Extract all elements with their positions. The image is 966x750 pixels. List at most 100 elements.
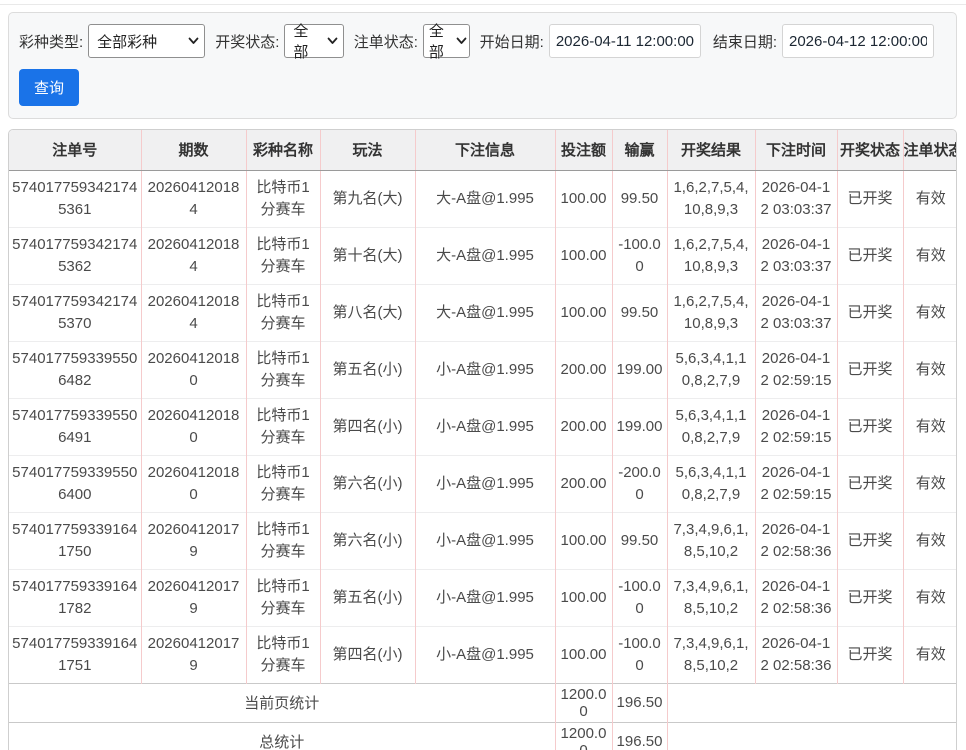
draw-status-label: 开奖状态: <box>215 33 280 51</box>
table-cell: 2026-04-12 03:03:37 <box>754 226 837 284</box>
table-cell: 有效 <box>902 170 956 227</box>
start-date-input[interactable] <box>548 24 701 58</box>
table-cell: 200.00 <box>554 397 612 455</box>
table-cell: 比特币1分赛车 <box>245 625 320 683</box>
table-cell: 5,6,3,4,1,10,8,2,7,9 <box>666 397 755 455</box>
chevron-down-icon <box>456 37 467 45</box>
table-row: 5740177593391641782 202604120179 比特币1分赛车 第五… <box>9 568 956 626</box>
table-cell: 100.00 <box>554 226 612 284</box>
table-cell: 202604120179 <box>140 568 246 626</box>
table-cell: 第八名(大) <box>319 283 415 341</box>
draw-status-value: 全部 <box>293 23 309 61</box>
end-date-input[interactable] <box>782 24 934 58</box>
filter-row: 彩种类型: 全部彩种 开奖状态: 全部 注单状态: 全部 开始日期: 结束日期: <box>19 23 946 61</box>
table-cell: 199.00 <box>611 397 667 455</box>
table-row: 5740177593391641751 202604120179 比特币1分赛车 第四… <box>9 625 956 683</box>
chevron-down-icon <box>327 37 338 45</box>
column-header-bet-info: 下注信息 <box>414 130 555 171</box>
table-cell: 2026-04-12 02:58:36 <box>754 625 837 683</box>
column-header-bet-status: 注单状态 <box>902 130 956 171</box>
table-cell: 202604120184 <box>140 226 246 284</box>
table-cell: 大-A盘@1.995 <box>414 283 555 341</box>
table-cell: 199.00 <box>611 340 667 398</box>
summary-label: 当前页统计 <box>9 682 555 722</box>
table-cell: 99.50 <box>611 511 667 569</box>
column-header-lottery-name: 彩种名称 <box>245 130 320 171</box>
table-cell: 5740177593391641751 <box>9 625 141 683</box>
table-cell: 202604120184 <box>140 283 246 341</box>
table-cell: -100.00 <box>611 568 667 626</box>
table-cell: 5740177593391641782 <box>9 568 141 626</box>
draw-status-select[interactable]: 全部 <box>284 23 344 61</box>
table-cell: 第四名(小) <box>319 397 415 455</box>
table-row: 5740177593421745362 202604120184 比特币1分赛车 第十… <box>9 226 956 284</box>
table-cell: 第五名(小) <box>319 340 415 398</box>
column-header-bet-id: 注单号 <box>9 130 141 171</box>
summary-row-current-page: 当前页统计 1200.00 196.50 <box>9 682 956 722</box>
table-cell: 第五名(小) <box>319 568 415 626</box>
lottery-type-select[interactable]: 全部彩种 <box>88 24 206 58</box>
table-cell: 100.00 <box>554 625 612 683</box>
table-cell: 5,6,3,4,1,10,8,2,7,9 <box>666 340 755 398</box>
chevron-down-icon <box>188 37 199 45</box>
table-cell: 有效 <box>902 625 956 683</box>
table-cell: 比特币1分赛车 <box>245 340 320 398</box>
filter-panel: 彩种类型: 全部彩种 开奖状态: 全部 注单状态: 全部 开始日期: 结束日期:… <box>8 12 957 119</box>
table-cell: 202604120179 <box>140 511 246 569</box>
table-cell: 第十名(大) <box>319 226 415 284</box>
table-cell: -200.00 <box>611 454 667 512</box>
table-cell: 202604120180 <box>140 340 246 398</box>
table-cell: 202604120179 <box>140 625 246 683</box>
table-cell: 小-A盘@1.995 <box>414 625 555 683</box>
bet-records-table-container: 注单号 期数 彩种名称 玩法 下注信息 投注额 输赢 开奖结果 下注时间 开奖状… <box>8 129 957 750</box>
table-row: 5740177593395506482 202604120180 比特币1分赛车 第五… <box>9 340 956 398</box>
table-cell: 大-A盘@1.995 <box>414 226 555 284</box>
table-cell: 7,3,4,9,6,1,8,5,10,2 <box>666 511 755 569</box>
summary-win-total: 196.50 <box>611 721 667 750</box>
table-cell: 小-A盘@1.995 <box>414 568 555 626</box>
table-cell: 比特币1分赛车 <box>245 454 320 512</box>
column-header-bet-amount: 投注额 <box>554 130 612 171</box>
lottery-type-label: 彩种类型: <box>19 33 84 51</box>
table-cell: 小-A盘@1.995 <box>414 454 555 512</box>
table-cell: 202604120180 <box>140 454 246 512</box>
start-date-label: 开始日期: <box>479 33 544 51</box>
summary-win-total: 196.50 <box>611 682 667 722</box>
table-cell: 有效 <box>902 226 956 284</box>
table-cell: 第六名(小) <box>319 454 415 512</box>
table-cell: 2026-04-12 02:58:36 <box>754 511 837 569</box>
table-cell: 202604120184 <box>140 170 246 227</box>
table-cell: 比特币1分赛车 <box>245 226 320 284</box>
table-cell: 5740177593391641750 <box>9 511 141 569</box>
table-cell: 比特币1分赛车 <box>245 568 320 626</box>
table-row: 5740177593421745361 202604120184 比特币1分赛车 第九… <box>9 170 956 227</box>
table-cell: 已开奖 <box>836 226 903 284</box>
table-cell: 比特币1分赛车 <box>245 511 320 569</box>
table-cell: 小-A盘@1.995 <box>414 397 555 455</box>
table-cell: 200.00 <box>554 454 612 512</box>
column-header-draw-status: 开奖状态 <box>836 130 903 171</box>
query-button[interactable]: 查询 <box>19 69 80 106</box>
table-cell: 已开奖 <box>836 283 903 341</box>
column-header-bet-time: 下注时间 <box>754 130 837 171</box>
bet-status-label: 注单状态: <box>353 33 418 51</box>
table-row: 5740177593391641750 202604120179 比特币1分赛车 第六… <box>9 511 956 569</box>
table-cell: 大-A盘@1.995 <box>414 170 555 227</box>
table-cell: 100.00 <box>554 511 612 569</box>
column-header-draw-result: 开奖结果 <box>666 130 755 171</box>
table-row: 5740177593395506491 202604120180 比特币1分赛车 第四… <box>9 397 956 455</box>
bet-status-select[interactable]: 全部 <box>422 23 470 61</box>
table-cell: 99.50 <box>611 283 667 341</box>
summary-row-grand-total: 总统计 1200.00 196.50 <box>9 721 956 750</box>
table-cell: 第四名(小) <box>319 625 415 683</box>
table-cell: 第六名(小) <box>319 511 415 569</box>
end-date-label: 结束日期: <box>712 33 777 51</box>
table-cell: 5740177593395506400 <box>9 454 141 512</box>
table-cell: -100.00 <box>611 625 667 683</box>
top-divider <box>0 0 966 5</box>
table-cell: 5740177593421745362 <box>9 226 141 284</box>
table-cell: 小-A盘@1.995 <box>414 340 555 398</box>
summary-empty-cell <box>666 682 956 722</box>
table-cell: 已开奖 <box>836 170 903 227</box>
button-row: 查询 <box>19 69 946 106</box>
